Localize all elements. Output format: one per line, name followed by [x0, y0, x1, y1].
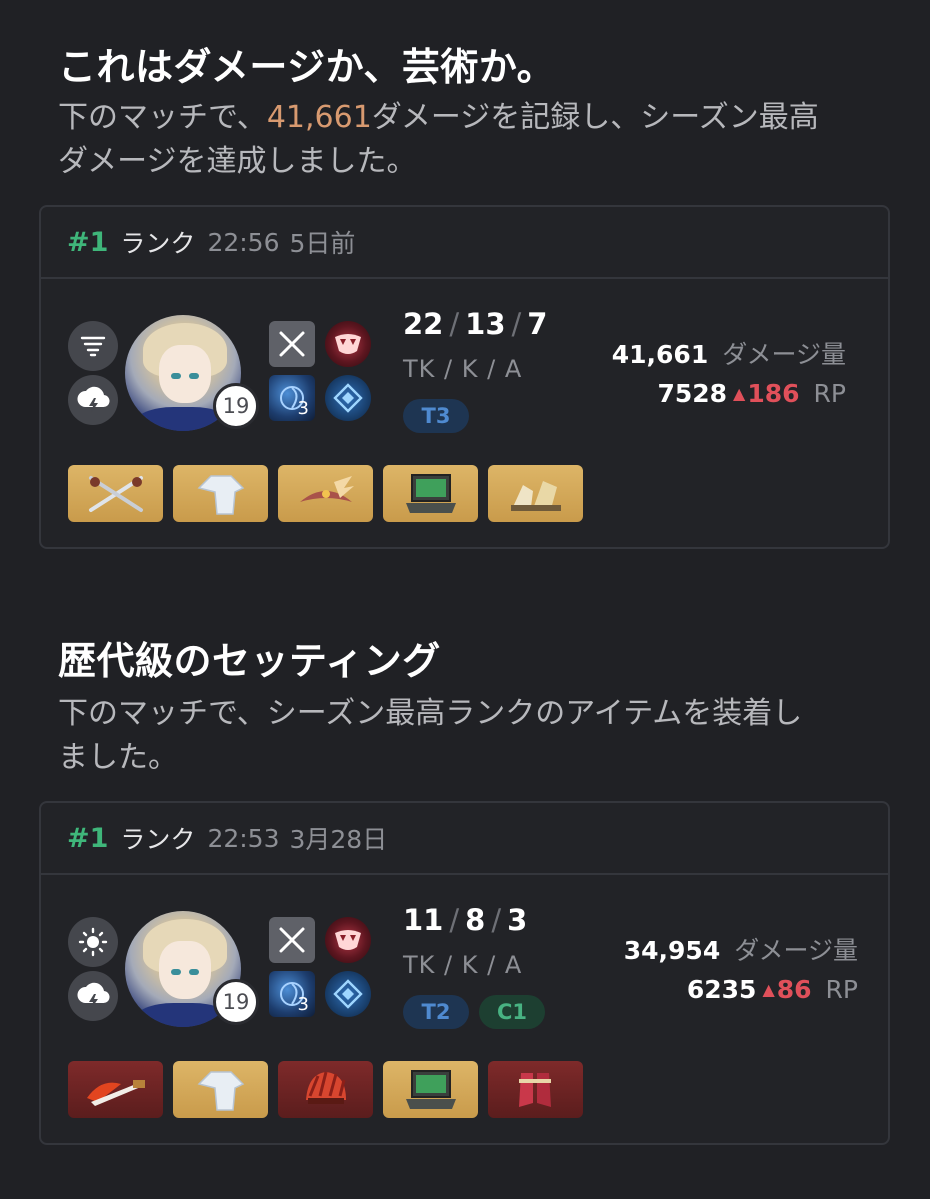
tactical-skill-icon[interactable]: 3: [269, 375, 315, 421]
match-card[interactable]: #1 ランク 22:56 5日前 19 3 22 / 13 / 7 TK / K…: [39, 205, 890, 549]
rp-gain: ▲86: [762, 975, 811, 1004]
kda-label: TK / K / A: [403, 355, 523, 383]
rp-value: 7528: [657, 379, 728, 408]
tier-tag: T3: [403, 399, 469, 433]
match-card-body: 19 3 22/13/7 TK / K / A T3 41,661 ダメージ量 …: [41, 279, 888, 547]
kills: 8: [465, 903, 486, 937]
kda-values: 22/13/7: [403, 307, 548, 341]
damage-value: 34,954: [623, 936, 721, 965]
rank-label: ランク: [120, 229, 196, 258]
weapon-mastery-icon[interactable]: [269, 321, 315, 367]
match-time: 22:56: [207, 227, 280, 257]
rp-stat: 6235 ▲86 RP: [687, 975, 858, 1004]
rp-value: 6235: [686, 975, 757, 1004]
tactical-skill-icon[interactable]: 3: [269, 971, 315, 1017]
rp-label: RP: [825, 975, 858, 1004]
section-title: 歴代級のセッティング: [58, 639, 441, 683]
level-badge: 19: [213, 979, 259, 1025]
trait-fang-icon[interactable]: [325, 917, 371, 963]
golden-boots-icon[interactable]: [488, 465, 583, 522]
kda-values: 11/8/3: [403, 903, 528, 937]
desc-text: ダメージを達成しました。: [58, 144, 417, 179]
assists: 7: [527, 307, 548, 341]
match-card[interactable]: #1 ランク 22:53 3月28日 19 3 11 / 8 / 3 TK / …: [39, 801, 890, 1145]
rank-number: #1: [67, 226, 109, 258]
rp-delta: 186: [747, 379, 800, 408]
section-title: これはダメージか、芸術か。: [58, 45, 556, 89]
section-description: 下のマッチで、シーズン最高ランクのアイテムを装着し ました。: [58, 692, 878, 780]
assists: 3: [507, 903, 528, 937]
kda-label: TK / K / A: [403, 951, 523, 979]
desc-text: 下のマッチで、: [58, 100, 267, 135]
match-card-header: #1 ランク 22:56 5日前: [41, 207, 888, 279]
fog-icon: [68, 321, 118, 371]
flame-dagger-icon[interactable]: [68, 1061, 163, 1118]
white-cloak-icon[interactable]: [173, 465, 268, 522]
thunderstorm-icon: [68, 971, 118, 1021]
match-card-header: #1 ランク 22:53 3月28日: [41, 803, 888, 875]
tactical-skill-level: 3: [297, 994, 309, 1015]
red-feather-helmet-icon[interactable]: [278, 1061, 373, 1118]
match-date: 3月28日: [289, 825, 388, 854]
desc-text: ました。: [58, 740, 178, 775]
team-kills: 22: [403, 307, 444, 341]
match-time: 22:53: [207, 823, 280, 853]
rp-stat: 7528 ▲186 RP: [657, 379, 846, 408]
triangle-up-icon: ▲: [733, 384, 746, 403]
match-date: 5日前: [289, 229, 356, 258]
match-card-body: 19 3 11/8/3 TK / K / A T2 C1 34,954 ダメージ量: [41, 875, 888, 1143]
augment-icon[interactable]: [325, 375, 371, 421]
tier-tag: T2: [403, 995, 469, 1029]
thunderstorm-icon: [68, 375, 118, 425]
desc-text: ダメージを記録し、シーズン最高: [371, 100, 819, 135]
damage-stat: 34,954 ダメージ量: [624, 931, 858, 967]
damage-highlight: 41,661: [266, 100, 372, 135]
rp-gain: ▲186: [733, 379, 800, 408]
damage-value: 41,661: [611, 340, 709, 369]
damage-label: ダメージ量: [722, 340, 846, 369]
rp-delta: 86: [776, 975, 812, 1004]
tactical-skill-level: 3: [297, 398, 309, 419]
white-cloak-icon[interactable]: [173, 1061, 268, 1118]
rank-number: #1: [67, 822, 109, 854]
sun-icon: [68, 917, 118, 967]
kills: 13: [465, 307, 506, 341]
level-badge: 19: [213, 383, 259, 429]
winged-tiara-icon[interactable]: [278, 465, 373, 522]
augment-icon[interactable]: [325, 971, 371, 1017]
trait-fang-icon[interactable]: [325, 321, 371, 367]
triangle-up-icon: ▲: [762, 980, 775, 999]
section-description: 下のマッチで、41,661ダメージを記録し、シーズン最高 ダメージを達成しました…: [58, 96, 878, 184]
laptop-icon[interactable]: [383, 1061, 478, 1118]
red-boots-icon[interactable]: [488, 1061, 583, 1118]
team-kills: 11: [403, 903, 444, 937]
rank-label: ランク: [120, 825, 196, 854]
laptop-icon[interactable]: [383, 465, 478, 522]
rp-label: RP: [813, 379, 846, 408]
dual-daggers-icon[interactable]: [68, 465, 163, 522]
weapon-mastery-icon[interactable]: [269, 917, 315, 963]
desc-text: 下のマッチで、シーズン最高ランクのアイテムを装着し: [58, 696, 803, 731]
class-tag: C1: [479, 995, 545, 1029]
damage-stat: 41,661 ダメージ量: [612, 335, 846, 371]
damage-label: ダメージ量: [734, 936, 858, 965]
